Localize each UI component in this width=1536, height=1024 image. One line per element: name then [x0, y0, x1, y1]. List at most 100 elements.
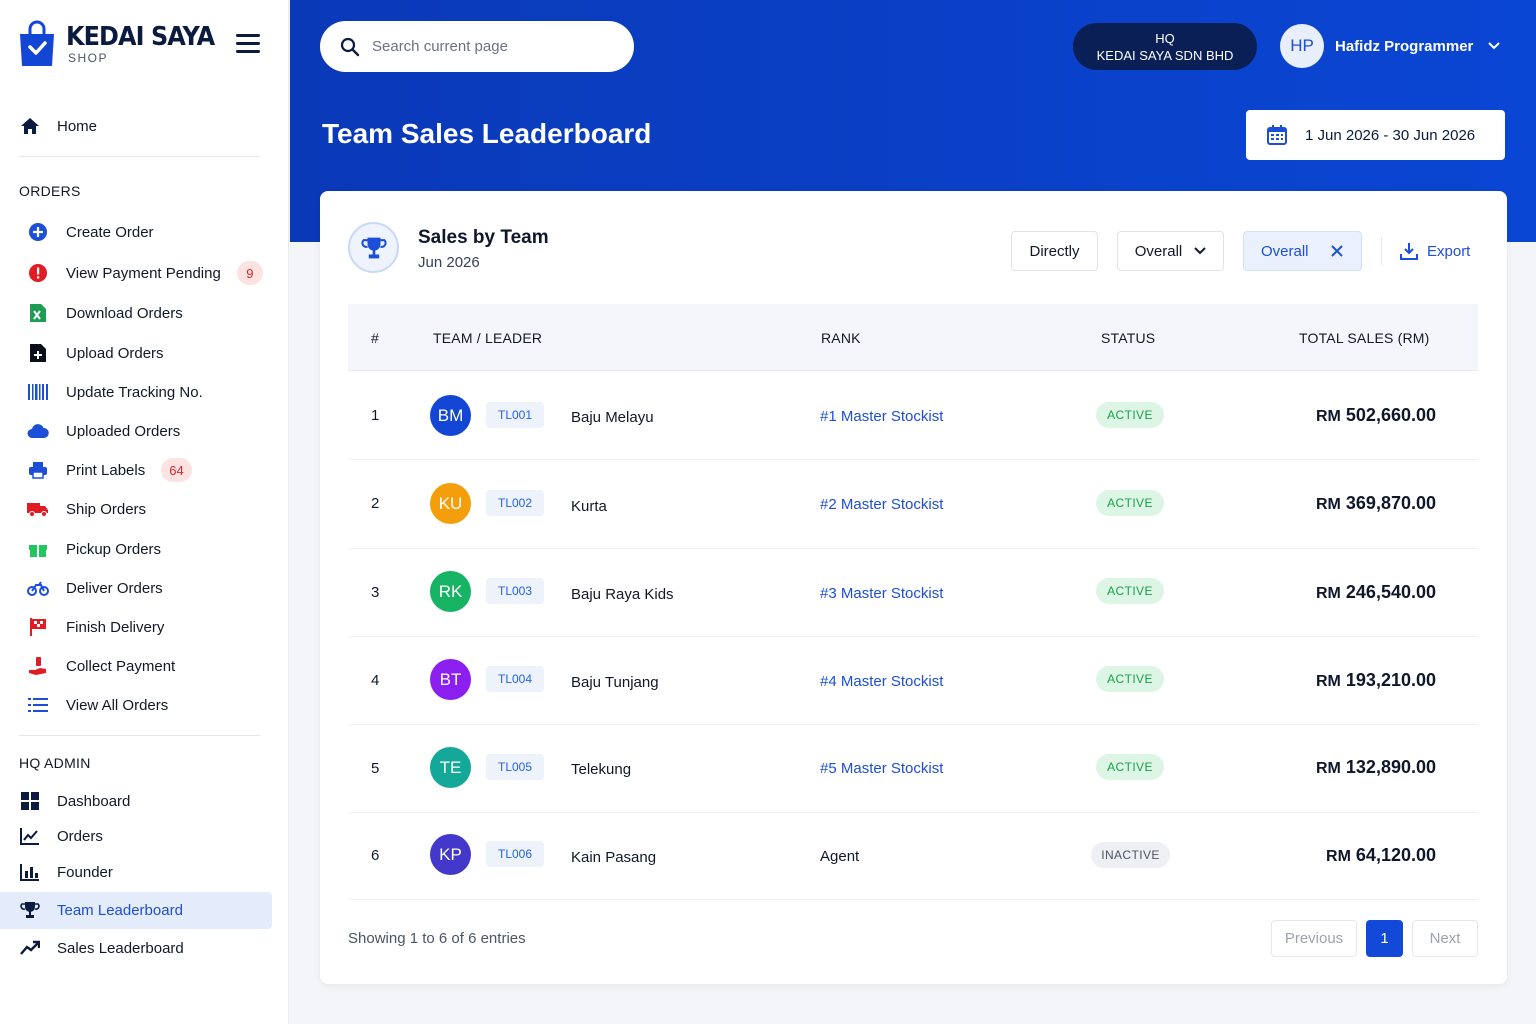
row-number: 4 [371, 672, 380, 689]
table-row[interactable]: 5 TE TL005 Telekung #5 Master Stockist A… [348, 725, 1478, 813]
trophy-badge [348, 222, 399, 273]
nav-orders[interactable]: Orders [19, 821, 269, 851]
overall-dropdown[interactable]: Overall [1117, 231, 1224, 271]
rank-text: Agent [820, 848, 860, 865]
line-chart-icon [19, 825, 41, 847]
col-header-rank: RANK [821, 330, 861, 346]
truck-icon [27, 498, 49, 520]
currency: RM [1326, 848, 1351, 865]
previous-page-button[interactable]: Previous [1271, 920, 1357, 957]
team-name: Baju Melayu [571, 409, 654, 426]
nav-dashboard[interactable]: Dashboard [19, 786, 269, 816]
team-name: Baju Tunjang [571, 674, 659, 691]
team-code: TL004 [486, 666, 544, 692]
alert-circle-icon [27, 262, 49, 284]
table-header: # TEAM / LEADER RANK STATUS TOTAL SALES … [348, 304, 1478, 371]
chevron-down-icon [1194, 247, 1206, 255]
team-code: TL002 [486, 490, 544, 516]
page-1-button[interactable]: 1 [1366, 920, 1403, 957]
hand-money-icon [27, 655, 49, 677]
directly-button[interactable]: Directly [1011, 231, 1098, 271]
team-name: Kurta [571, 498, 607, 515]
nav-collect-payment[interactable]: Collect Payment [27, 651, 277, 681]
team-avatar: KU [430, 483, 471, 524]
total-sales: RM 132,890.00 [1316, 757, 1436, 778]
search-input[interactable] [372, 38, 612, 55]
nav-create-order[interactable]: Create Order [27, 217, 277, 247]
table-row[interactable]: 3 RK TL003 Baju Raya Kids #3 Master Stoc… [348, 549, 1478, 637]
table-row[interactable]: 1 BM TL001 Baju Melayu #1 Master Stockis… [348, 372, 1478, 460]
rank-link[interactable]: #1 Master Stockist [820, 408, 943, 425]
rank-link[interactable]: #5 Master Stockist [820, 760, 943, 777]
team-avatar: KP [430, 834, 471, 875]
nav-label: Download Orders [66, 304, 183, 322]
status-badge: INACTIVE [1091, 842, 1170, 868]
nav-sales-leaderboard[interactable]: Sales Leaderboard [19, 933, 269, 963]
currency: RM [1316, 673, 1341, 690]
nav-team-leaderboard[interactable]: Team Leaderboard [19, 895, 269, 925]
rank-link[interactable]: #4 Master Stockist [820, 673, 943, 690]
date-range-value: 1 Jun 2026 - 30 Jun 2026 [1305, 126, 1476, 144]
bar-chart-icon [19, 861, 41, 883]
date-range-picker[interactable]: 1 Jun 2026 - 30 Jun 2026 [1246, 110, 1505, 160]
export-button[interactable]: Export [1400, 231, 1470, 271]
filter-chip-label: Overall [1261, 242, 1309, 260]
nav-label: Team Leaderboard [57, 901, 183, 919]
table-row[interactable]: 4 BT TL004 Baju Tunjang #4 Master Stocki… [348, 637, 1478, 725]
user-menu[interactable]: HP Hafidz Programmer [1280, 24, 1501, 68]
next-page-button[interactable]: Next [1412, 920, 1478, 957]
rank-link[interactable]: #2 Master Stockist [820, 496, 943, 513]
sales-by-team-card: Sales by Team Jun 2026 Directly Overall … [320, 191, 1507, 984]
rank-link[interactable]: #3 Master Stockist [820, 585, 943, 602]
team-code: TL006 [486, 841, 544, 867]
amount: 64,120.00 [1355, 845, 1436, 865]
nav-label: Finish Delivery [66, 618, 165, 636]
labels-count-badge: 64 [161, 458, 192, 482]
nav-print-labels[interactable]: Print Labels 64 [27, 455, 277, 485]
divider [19, 156, 260, 157]
nav-deliver-orders[interactable]: Deliver Orders [27, 573, 277, 603]
brand-name: KEDAI SAYA [66, 22, 215, 52]
col-header-rank-number: # [371, 330, 379, 346]
overall-dropdown-label: Overall [1134, 242, 1183, 260]
table-row[interactable]: 6 KP TL006 Kain Pasang Agent INACTIVE RM… [348, 812, 1478, 900]
printer-icon [27, 459, 49, 481]
currency: RM [1316, 408, 1341, 425]
calendar-icon [1267, 125, 1287, 145]
nav-ship-orders[interactable]: Ship Orders [27, 494, 277, 524]
status-badge: ACTIVE [1096, 578, 1164, 604]
close-icon[interactable] [1330, 245, 1343, 257]
nav-label: Collect Payment [66, 657, 176, 675]
nav-download-orders[interactable]: Download Orders [27, 298, 277, 328]
company-name: KEDAI SAYA SDN BHD [1096, 47, 1234, 63]
nav-pickup-orders[interactable]: Pickup Orders [27, 534, 277, 564]
pagination-info: Showing 1 to 6 of 6 entries [348, 930, 526, 947]
nav-label: Update Tracking No. [66, 383, 203, 401]
nav-finish-delivery[interactable]: Finish Delivery [27, 612, 277, 642]
nav-label: Orders [57, 827, 103, 845]
nav-view-payment-pending[interactable]: View Payment Pending 9 [27, 258, 277, 288]
nav-upload-orders[interactable]: Upload Orders [27, 338, 277, 368]
brand[interactable]: KEDAI SAYA SHOP [18, 20, 227, 68]
search-bar[interactable] [320, 21, 634, 72]
motorcycle-icon [27, 577, 49, 599]
currency: RM [1316, 760, 1341, 777]
team-code: TL003 [486, 578, 544, 604]
col-header-team: TEAM / LEADER [433, 330, 543, 346]
nav-uploaded-orders[interactable]: Uploaded Orders [27, 416, 277, 446]
grid-icon [19, 790, 41, 812]
overall-filter-chip[interactable]: Overall [1243, 231, 1362, 271]
amount: 132,890.00 [1345, 757, 1436, 777]
row-number: 5 [371, 760, 380, 777]
nav-founder[interactable]: Founder [19, 857, 269, 887]
card-title: Sales by Team [418, 227, 549, 248]
menu-toggle-icon[interactable] [236, 34, 260, 54]
table-row[interactable]: 2 KU TL002 Kurta #2 Master Stockist ACTI… [348, 461, 1478, 549]
nav-view-all-orders[interactable]: View All Orders [27, 690, 277, 720]
nav-update-tracking[interactable]: Update Tracking No. [27, 377, 277, 407]
nav-home[interactable]: Home [19, 111, 269, 141]
avatar: HP [1280, 24, 1324, 68]
company-switcher[interactable]: HQ KEDAI SAYA SDN BHD [1073, 23, 1257, 70]
hq-label: HQ [1155, 30, 1175, 46]
nav-label: Dashboard [57, 792, 131, 810]
